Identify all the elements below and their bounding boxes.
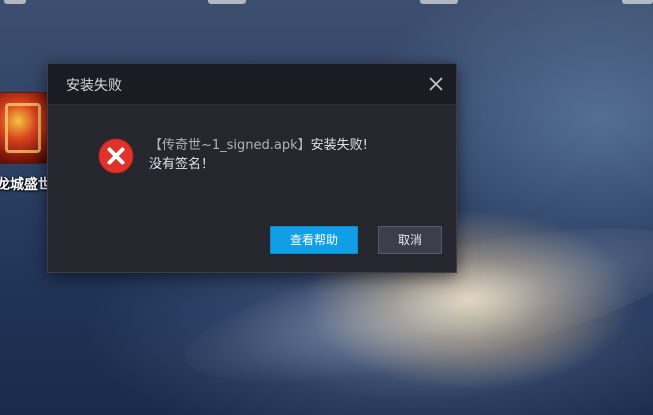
desktop-label-fragment [208, 0, 246, 4]
close-icon [429, 77, 443, 91]
desktop-top-labels [0, 0, 653, 6]
message-line-1: 【传奇世~1_signed.apk】安装失败! [149, 136, 368, 155]
apk-file-name: 【传奇世~1_signed.apk】 [149, 138, 311, 153]
desktop-label-fragment [622, 0, 653, 4]
desktop-label-fragment [4, 0, 26, 4]
desktop-background: 龙城盛世 安装失败 【传奇世~1_signed.apk】安装失败! 没有签名！ … [0, 0, 653, 415]
failure-reason-text: 没有签名！ [149, 157, 215, 172]
cancel-button[interactable]: 取消 [378, 226, 442, 254]
dialog-title: 安装失败 [66, 78, 122, 94]
install-status-text: 安装失败! [310, 138, 368, 153]
view-help-button[interactable]: 查看帮助 [270, 226, 358, 254]
desktop-label-fragment [420, 0, 458, 4]
dialog-message: 【传奇世~1_signed.apk】安装失败! 没有签名！ [149, 136, 368, 174]
game-app-icon [0, 92, 48, 164]
error-x-icon [98, 138, 134, 174]
dialog-titlebar: 安装失败 [48, 64, 456, 105]
close-button[interactable] [426, 74, 446, 94]
install-failed-dialog: 安装失败 【传奇世~1_signed.apk】安装失败! 没有签名！ 查看帮助 … [47, 63, 457, 273]
